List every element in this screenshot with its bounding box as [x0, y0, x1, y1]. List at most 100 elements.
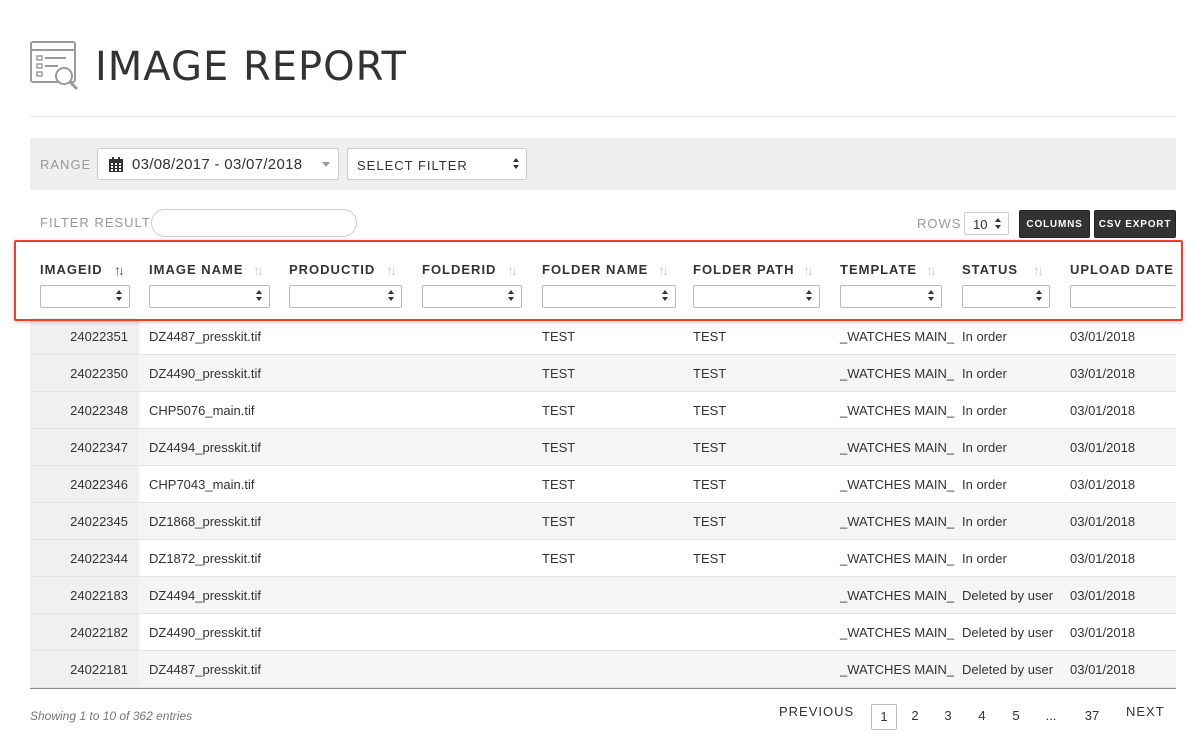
date-range-picker[interactable]: 03/08/2017 - 03/07/2018 — [97, 148, 339, 180]
table-row[interactable]: 24022347 DZ4494_presskit.tif TEST TEST _… — [30, 429, 1176, 466]
image-report-table: IMAGEID ↑↓ IMAGE NAME ↑↓ PRODUCTID ↑↓ FO… — [30, 244, 1176, 688]
cell-template: _WATCHES MAIN_ — [840, 440, 955, 455]
table-row[interactable]: 24022344 DZ1872_presskit.tif TEST TEST _… — [30, 540, 1176, 577]
table-row[interactable]: 24022345 DZ1868_presskit.tif TEST TEST _… — [30, 503, 1176, 540]
select-filter-dropdown[interactable]: SELECT FILTER — [347, 148, 527, 180]
sort-icon[interactable]: ↑↓ — [803, 262, 814, 278]
pagination-page-2[interactable]: 2 — [902, 704, 928, 730]
pagination-next[interactable]: NEXT — [1126, 704, 1165, 719]
entries-info: Showing 1 to 10 of 362 entries — [30, 709, 193, 723]
cell-image-name: CHP5076_main.tif — [149, 403, 255, 418]
table-row[interactable]: 24022183 DZ4494_presskit.tif _WATCHES MA… — [30, 577, 1176, 614]
cell-upload-date: 03/01/2018 — [1070, 625, 1136, 640]
cell-template: _WATCHES MAIN_ — [840, 366, 955, 381]
column-filter-select[interactable] — [542, 285, 676, 308]
select-arrows-icon — [388, 290, 396, 304]
range-label: RANGE — [40, 157, 92, 172]
column-header-imageid[interactable]: IMAGEID ↑↓ — [40, 244, 140, 318]
table-row[interactable]: 24022181 DZ4487_presskit.tif _WATCHES MA… — [30, 651, 1176, 688]
sort-icon[interactable]: ↑↓ — [386, 262, 397, 278]
select-arrows-icon — [116, 290, 124, 304]
cell-upload-date: 03/01/2018 — [1070, 366, 1136, 381]
pagination-page-3[interactable]: 3 — [935, 704, 961, 730]
cell-status: In order — [962, 329, 1007, 344]
pagination-page-4[interactable]: 4 — [969, 704, 995, 730]
cell-imageid: 24022181 — [70, 662, 128, 677]
pagination-page-37[interactable]: 37 — [1079, 704, 1105, 730]
column-header-image-name[interactable]: IMAGE NAME ↑↓ — [149, 244, 271, 318]
cell-upload-date: 03/01/2018 — [1070, 403, 1136, 418]
cell-folder-name: TEST — [542, 551, 576, 566]
select-arrows-icon — [806, 290, 814, 304]
cell-status: In order — [962, 514, 1007, 529]
table-row[interactable]: 24022350 DZ4490_presskit.tif TEST TEST _… — [30, 355, 1176, 392]
columns-button[interactable]: COLUMNS — [1019, 210, 1090, 238]
pagination-page-1[interactable]: 1 — [871, 704, 897, 730]
cell-status: In order — [962, 477, 1007, 492]
column-filter-select[interactable] — [289, 285, 402, 308]
cell-image-name: DZ4494_presskit.tif — [149, 440, 261, 455]
cell-upload-date: 03/01/2018 — [1070, 588, 1136, 603]
column-filter-select[interactable] — [693, 285, 820, 308]
cell-template: _WATCHES MAIN_ — [840, 662, 955, 677]
cell-template: _WATCHES MAIN_ — [840, 625, 955, 640]
page-header: IMAGE REPORT — [30, 36, 1176, 96]
column-filter-input[interactable] — [1070, 285, 1176, 308]
column-filter-select[interactable] — [40, 285, 130, 308]
cell-folder-path: TEST — [693, 440, 727, 455]
sort-icon[interactable]: ↑↓ — [1033, 262, 1044, 278]
rows-per-page-select[interactable]: 10 — [964, 212, 1009, 235]
column-label: IMAGEID — [40, 262, 103, 277]
cell-template: _WATCHES MAIN_ — [840, 477, 955, 492]
pagination-ellipsis: ... — [1045, 708, 1057, 723]
select-filter-value: SELECT FILTER — [357, 158, 468, 173]
page-title: IMAGE REPORT — [95, 44, 407, 90]
column-header-status[interactable]: STATUS ↑↓ — [962, 244, 1051, 318]
table-row[interactable]: 24022351 DZ4487_presskit.tif TEST TEST _… — [30, 318, 1176, 355]
report-search-icon — [30, 41, 79, 91]
cell-folder-path: TEST — [693, 366, 727, 381]
cell-folder-path: TEST — [693, 514, 727, 529]
column-header-folderid[interactable]: FOLDERID ↑↓ — [422, 244, 524, 318]
cell-folder-name: TEST — [542, 514, 576, 529]
cell-upload-date: 03/01/2018 — [1070, 551, 1136, 566]
pagination-page-5[interactable]: 5 — [1003, 704, 1029, 730]
table-bottom-border — [30, 688, 1176, 689]
header-divider — [30, 116, 1176, 117]
column-label: UPLOAD DATE — [1070, 262, 1174, 277]
cell-upload-date: 03/01/2018 — [1070, 440, 1136, 455]
sort-icon[interactable]: ↑↓ — [507, 262, 518, 278]
cell-imageid: 24022348 — [70, 403, 128, 418]
sort-icon[interactable]: ↑↓ — [926, 262, 937, 278]
cell-image-name: CHP7043_main.tif — [149, 477, 255, 492]
cell-image-name: DZ4487_presskit.tif — [149, 662, 261, 677]
column-header-folder-path[interactable]: FOLDER PATH ↑↓ — [693, 244, 821, 318]
table-row[interactable]: 24022182 DZ4490_presskit.tif _WATCHES MA… — [30, 614, 1176, 651]
pagination-previous[interactable]: PREVIOUS — [779, 704, 854, 719]
date-range-value: 03/08/2017 - 03/07/2018 — [132, 156, 303, 173]
select-arrows-icon — [256, 290, 264, 304]
column-header-folder-name[interactable]: FOLDER NAME ↑↓ — [542, 244, 677, 318]
cell-template: _WATCHES MAIN_ — [840, 551, 955, 566]
cell-upload-date: 03/01/2018 — [1070, 662, 1136, 677]
csv-export-button[interactable]: CSV EXPORT — [1094, 210, 1176, 238]
column-filter-select[interactable] — [422, 285, 522, 308]
cell-image-name: DZ4487_presskit.tif — [149, 329, 261, 344]
sort-icon[interactable]: ↑↓ — [253, 262, 264, 278]
column-header-upload-date[interactable]: UPLOAD DATE — [1070, 244, 1176, 318]
cell-status: In order — [962, 551, 1007, 566]
column-header-template[interactable]: TEMPLATE ↑↓ — [840, 244, 943, 318]
sort-icon[interactable]: ↑↓ — [658, 262, 669, 278]
column-filter-select[interactable] — [840, 285, 942, 308]
column-filter-select[interactable] — [962, 285, 1050, 308]
cell-imageid: 24022183 — [70, 588, 128, 603]
filter-result-input[interactable] — [151, 209, 357, 237]
sort-icon[interactable]: ↑↓ — [114, 262, 125, 278]
table-row[interactable]: 24022346 CHP7043_main.tif TEST TEST _WAT… — [30, 466, 1176, 503]
column-filter-select[interactable] — [149, 285, 270, 308]
table-row[interactable]: 24022348 CHP5076_main.tif TEST TEST _WAT… — [30, 392, 1176, 429]
column-header-productid[interactable]: PRODUCTID ↑↓ — [289, 244, 404, 318]
cell-template: _WATCHES MAIN_ — [840, 403, 955, 418]
cell-status: Deleted by user — [962, 625, 1054, 640]
column-label: PRODUCTID — [289, 262, 376, 277]
